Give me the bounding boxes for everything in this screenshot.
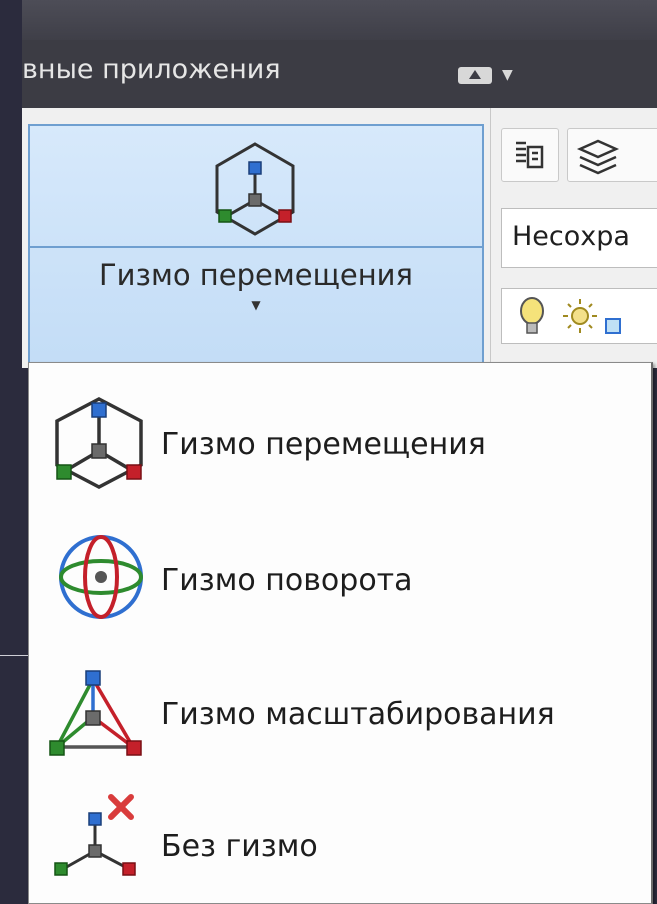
light-icons [520, 297, 621, 334]
menu-item-label: Гизмо перемещения [161, 427, 486, 462]
layer-properties-button[interactable] [501, 128, 559, 182]
gizmo-dropdown-menu: Гизмо перемещения Гизмо поворота Гизмо м… [28, 362, 653, 904]
lights-toolbar [501, 288, 657, 344]
move-gizmo-icon [215, 142, 295, 236]
rotate-gizmo-icon [59, 535, 143, 619]
gizmo-button-label: Гизмо перемещения [99, 258, 413, 292]
menu-item-scale-gizmo[interactable]: Гизмо масштабирования [29, 645, 649, 765]
layer-states-button[interactable] [567, 128, 657, 182]
menu-item-label: Без гизмо [161, 829, 318, 864]
menu-item-label: Гизмо поворота [161, 563, 413, 598]
ribbon-panel: Гизмо перемещения ▼ Несохра [22, 108, 657, 379]
divider-line [0, 655, 28, 656]
sheet-list-icon [516, 141, 544, 169]
split-divider [30, 246, 482, 248]
menu-item-rotate-gizmo[interactable]: Гизмо поворота [29, 511, 649, 631]
close-icon [108, 794, 134, 820]
ribbon-tab-bar: вные приложения ▼ [22, 40, 657, 108]
gizmo-split-button[interactable]: Гизмо перемещения ▼ [28, 124, 484, 379]
chevron-down-icon: ▼ [502, 67, 513, 83]
tab-featured-apps[interactable]: вные приложения [22, 54, 281, 85]
view-panel: Несохра [490, 108, 657, 368]
menu-item-move-gizmo[interactable]: Гизмо перемещения [29, 375, 649, 495]
no-gizmo-icon [54, 794, 136, 876]
frame-icon[interactable] [605, 318, 621, 334]
move-gizmo-icon [55, 397, 143, 489]
layers-icon [576, 139, 620, 175]
bulb-icon[interactable] [520, 297, 544, 334]
sun-icon[interactable] [563, 299, 597, 333]
chevron-down-icon[interactable]: ▼ [30, 298, 482, 312]
menu-item-label: Гизмо масштабирования [161, 697, 555, 732]
visual-style-dropdown[interactable]: Несохра [501, 208, 657, 268]
panel-toggle-button[interactable]: ▼ [458, 58, 538, 92]
minimize-panel-icon [458, 66, 492, 84]
title-bar [22, 0, 657, 41]
menu-item-no-gizmo[interactable]: Без гизмо [29, 777, 649, 897]
scale-gizmo-icon [49, 670, 142, 756]
